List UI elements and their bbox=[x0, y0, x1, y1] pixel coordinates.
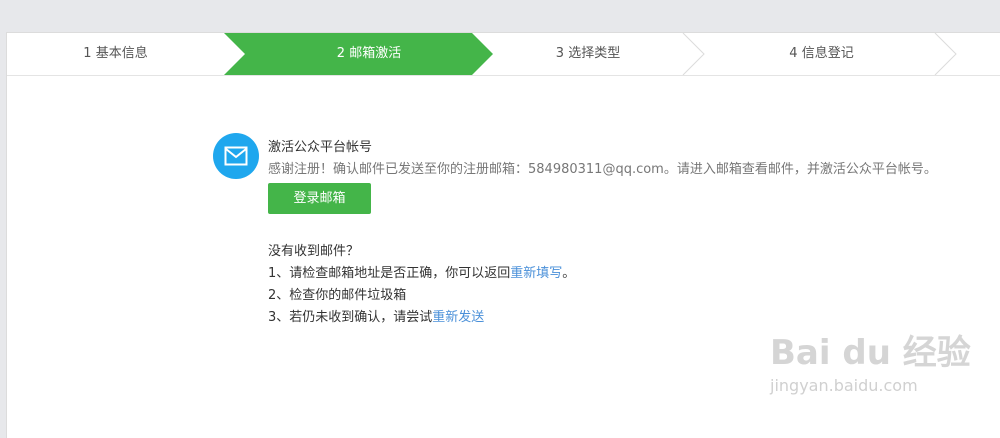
help-heading: 没有收到邮件？ bbox=[268, 244, 360, 259]
login-email-button[interactable]: 登录邮箱 bbox=[268, 183, 371, 214]
help-item-1-suffix: 。 bbox=[562, 266, 576, 281]
baidu-watermark: Bai du 经验 jingyan.baidu.com bbox=[770, 325, 971, 395]
help-item-2: 2、检查你的邮件垃圾箱 bbox=[268, 288, 407, 303]
help-item-1: 1、请检查邮箱地址是否正确，你可以返回重新填写。 bbox=[268, 263, 575, 285]
step-select-type: 3 选择类型 bbox=[555, 46, 621, 61]
help-item-3: 3、若仍未收到确认，请尝试重新发送 bbox=[268, 307, 575, 329]
activation-title: 激活公众平台帐号 bbox=[268, 140, 373, 155]
step-info-register: 4 信息登记 bbox=[789, 46, 854, 61]
activation-description: 感谢注册！确认邮件已发送至你的注册邮箱：584980311@qq.com。请进入… bbox=[268, 162, 937, 177]
mail-icon bbox=[213, 133, 259, 179]
resend-link[interactable]: 重新发送 bbox=[432, 310, 484, 325]
step-basic-info: 1 基本信息 bbox=[83, 46, 148, 61]
step-email-activation: 2 邮箱激活 bbox=[336, 46, 402, 61]
help-item-1-text: 1、请检查邮箱地址是否正确，你可以返回 bbox=[268, 266, 511, 281]
watermark-logo: Bai du 经验 bbox=[770, 333, 971, 373]
refill-link[interactable]: 重新填写 bbox=[510, 266, 562, 281]
help-item-3-text: 3、若仍未收到确认，请尝试 bbox=[268, 310, 433, 325]
step-progress-bar: 1 基本信息 2 邮箱激活 3 选择类型 4 信息登记 bbox=[7, 33, 1000, 76]
watermark-url: jingyan.baidu.com bbox=[770, 376, 918, 395]
help-section: 没有收到邮件？ 1、请检查邮箱地址是否正确，你可以返回重新填写。 2、检查你的邮… bbox=[268, 241, 575, 329]
